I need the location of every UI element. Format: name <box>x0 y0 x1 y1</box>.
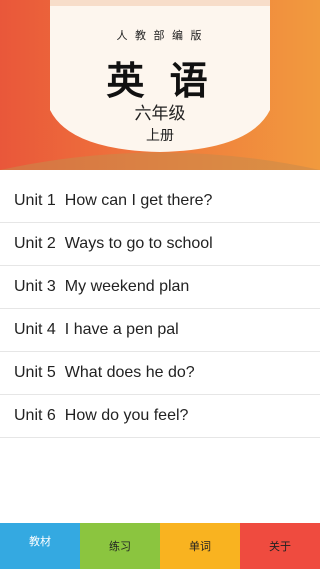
tab-label: 练习 <box>109 540 131 553</box>
tab-words[interactable]: 单词 <box>160 523 240 569</box>
unit-number: Unit 2 <box>14 235 56 252</box>
tab-label: 关于 <box>269 540 291 553</box>
unit-title: What does he do? <box>64 364 195 381</box>
unit-list: Unit 1 How can I get there? Unit 2 Ways … <box>0 180 320 438</box>
volume-label: 上册 <box>146 128 174 144</box>
unit-item-4[interactable]: Unit 4 I have a pen pal <box>0 309 320 352</box>
grade-label: 六年级 <box>134 104 186 124</box>
unit-number: Unit 3 <box>14 278 56 295</box>
tab-label: 教材 <box>29 535 51 548</box>
unit-title: I have a pen pal <box>64 321 179 338</box>
unit-title: How do you feel? <box>64 407 189 424</box>
publisher-label: 人 教 部 编 版 <box>116 29 204 42</box>
tab-textbook[interactable]: 教材 <box>0 523 80 569</box>
tab-about[interactable]: 关于 <box>240 523 320 569</box>
unit-title: How can I get there? <box>64 192 213 209</box>
unit-item-3[interactable]: Unit 3 My weekend plan <box>0 266 320 309</box>
unit-number: Unit 4 <box>14 321 56 338</box>
unit-item-5[interactable]: Unit 5 What does he do? <box>0 352 320 395</box>
unit-item-6[interactable]: Unit 6 How do you feel? <box>0 395 320 438</box>
tab-practice[interactable]: 练习 <box>80 523 160 569</box>
unit-title: Ways to go to school <box>64 235 213 252</box>
book-cover-header: 人 教 部 编 版 英 语 六年级 上册 <box>0 0 320 170</box>
tab-label: 单词 <box>189 540 211 553</box>
bottom-tab-bar: 教材 练习 单词 关于 <box>0 523 320 569</box>
unit-title: My weekend plan <box>64 278 190 295</box>
unit-item-2[interactable]: Unit 2 Ways to go to school <box>0 223 320 266</box>
unit-item-1[interactable]: Unit 1 How can I get there? <box>0 180 320 223</box>
unit-number: Unit 5 <box>14 364 56 381</box>
book-title: 英 语 <box>106 58 214 103</box>
unit-number: Unit 1 <box>14 192 56 209</box>
unit-number: Unit 6 <box>14 407 56 424</box>
